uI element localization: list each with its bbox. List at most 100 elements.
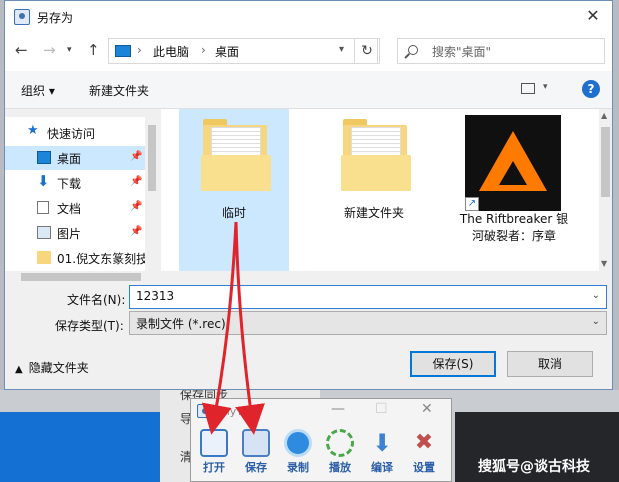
shortcut-arrow-icon: ↗ xyxy=(465,197,479,211)
tool-label: 设置 xyxy=(413,461,435,474)
file-name: The Riftbreaker 银河破裂者：序章 xyxy=(459,212,569,243)
up-arrow-icon[interactable]: ↑ xyxy=(87,41,100,59)
scroll-up-icon[interactable]: ▲ xyxy=(601,111,607,120)
save-tool-button[interactable]: 保存 xyxy=(239,429,273,475)
computer-icon xyxy=(115,45,131,57)
open-icon xyxy=(200,429,228,457)
filetype-label: 保存类型(T): xyxy=(55,319,124,333)
record-icon xyxy=(284,429,312,457)
forward-arrow-icon[interactable]: → xyxy=(43,41,56,59)
sidebar-scrollbar[interactable] xyxy=(145,117,159,271)
organize-button[interactable]: 组织 ▾ xyxy=(21,82,55,99)
refresh-icon[interactable]: ↻ xyxy=(354,38,380,64)
sidebar-item-label: 图片 xyxy=(57,227,82,241)
folder-icon xyxy=(201,155,271,191)
hide-folders-label: 隐藏文件夹 xyxy=(28,361,89,375)
recent-chevron-down-icon[interactable]: ▾ xyxy=(67,45,72,55)
download-icon: ⬇ xyxy=(37,172,50,190)
desktop-icon xyxy=(37,151,51,164)
compile-icon: ⬇ xyxy=(371,429,393,457)
open-tool-button[interactable]: 打开 xyxy=(197,429,231,475)
sidebar-item-label: 01.倪文东篆刻技 xyxy=(57,252,149,266)
breadcrumb-separator: › xyxy=(137,43,142,57)
sidebar-item-pictures[interactable]: 图片 📌 xyxy=(5,221,145,245)
mini-app-title: myTe xyxy=(219,405,248,418)
address-chevron-down-icon[interactable]: ▾ xyxy=(339,44,344,55)
address-bar[interactable]: › 此电脑 › 桌面 ▾ xyxy=(108,38,378,64)
pin-icon: 📌 xyxy=(130,201,143,212)
document-icon xyxy=(37,201,49,214)
sidebar-item-quick-access[interactable]: ★ 快速访问 xyxy=(5,121,145,145)
breadcrumb-root[interactable]: 此电脑 xyxy=(153,43,189,60)
file-list-scrollbar[interactable]: ▲ ▼ xyxy=(599,109,612,271)
file-item-game-shortcut[interactable]: ↗ The Riftbreaker 银河破裂者：序章 xyxy=(459,109,569,271)
sidebar-item-documents[interactable]: 文档 📌 xyxy=(5,196,145,220)
sidebar-item-downloads[interactable]: ⬇ 下载 📌 xyxy=(5,171,145,195)
desktop-wallpaper xyxy=(0,412,160,482)
help-icon[interactable]: ? xyxy=(582,80,600,98)
pin-icon: 📌 xyxy=(130,226,143,237)
search-input[interactable]: 搜索"桌面" xyxy=(397,38,605,64)
play-icon xyxy=(326,429,354,457)
app-icon xyxy=(197,404,211,418)
breadcrumb-current[interactable]: 桌面 xyxy=(215,43,239,60)
view-chevron-down-icon[interactable]: ▾ xyxy=(543,82,548,92)
settings-tool-button[interactable]: ✖ 设置 xyxy=(407,429,441,475)
hide-folders-toggle[interactable]: ▲ 隐藏文件夹 xyxy=(15,359,89,376)
file-list: 临时 新建文件夹 ↗ The Riftbreaker 银河破裂者：序章 xyxy=(161,109,599,271)
sidebar-item-label: 快速访问 xyxy=(47,127,96,141)
pin-icon: 📌 xyxy=(130,151,143,162)
tool-label: 打开 xyxy=(203,461,225,474)
filename-chevron-down-icon[interactable]: ⌄ xyxy=(592,290,600,301)
file-item-new-folder[interactable]: 新建文件夹 xyxy=(319,109,429,271)
picture-icon xyxy=(37,226,51,239)
watermark-text: 搜狐号@谈古科技 xyxy=(478,459,590,475)
scrollbar-thumb[interactable] xyxy=(21,273,141,281)
sidebar-item-label: 桌面 xyxy=(57,152,82,166)
save-button[interactable]: 保存(S) xyxy=(410,351,496,377)
filename-value: 12313 xyxy=(136,289,175,303)
title-bar: 另存为 ✕ xyxy=(5,1,612,33)
maximize-icon[interactable]: ☐ xyxy=(375,401,388,417)
navigation-bar: ← → ▾ ↑ › 此电脑 › 桌面 ▾ ↻ 搜索"桌面" xyxy=(5,33,612,71)
compile-tool-button[interactable]: ⬇ 编译 xyxy=(365,429,399,475)
pin-icon: 📌 xyxy=(130,176,143,187)
file-name: 新建文件夹 xyxy=(343,206,404,220)
close-icon[interactable]: ✕ xyxy=(421,401,433,417)
play-tool-button[interactable]: 播放 xyxy=(323,429,357,475)
filetype-value: 录制文件 (*.rec) xyxy=(136,317,226,331)
cancel-button[interactable]: 取消 xyxy=(507,351,593,377)
scrollbar-thumb[interactable] xyxy=(148,125,156,191)
game-logo-icon xyxy=(465,115,561,211)
mini-app-window: myTe — ☐ ✕ 打开 保存 录制 播放 ⬇ 编译 ✖ 设置 xyxy=(190,398,452,482)
sidebar-item-label: 文档 xyxy=(57,202,82,216)
file-item-folder-temp[interactable]: 临时 xyxy=(179,109,289,271)
sidebar-hscrollbar[interactable] xyxy=(5,271,161,283)
sidebar-item-folder[interactable]: 01.倪文东篆刻技 xyxy=(5,246,149,270)
record-tool-button[interactable]: 录制 xyxy=(281,429,315,475)
view-options-icon[interactable] xyxy=(521,83,535,94)
dialog-title: 另存为 xyxy=(37,11,74,25)
scroll-down-icon[interactable]: ▼ xyxy=(601,259,607,268)
folder-icon xyxy=(341,155,411,191)
close-icon[interactable]: ✕ xyxy=(582,5,604,27)
search-icon xyxy=(408,45,418,55)
breadcrumb-separator: › xyxy=(201,43,206,57)
save-as-dialog: 另存为 ✕ ← → ▾ ↑ › 此电脑 › 桌面 ▾ ↻ 搜索"桌面" 组织 ▾… xyxy=(4,0,613,390)
file-name: 临时 xyxy=(221,206,246,220)
chevron-up-icon: ▲ xyxy=(15,364,23,375)
filename-input[interactable]: 12313 ⌄ xyxy=(129,285,607,309)
tool-label: 播放 xyxy=(329,461,351,474)
game-logo-inner xyxy=(499,161,527,185)
new-folder-button[interactable]: 新建文件夹 xyxy=(89,82,149,99)
star-icon: ★ xyxy=(27,123,39,138)
filetype-select[interactable]: 录制文件 (*.rec) ⌄ xyxy=(129,311,607,335)
back-arrow-icon[interactable]: ← xyxy=(15,41,28,59)
save-icon xyxy=(242,429,270,457)
filetype-chevron-down-icon[interactable]: ⌄ xyxy=(592,316,600,327)
app-icon xyxy=(14,9,30,25)
scrollbar-thumb[interactable] xyxy=(601,127,610,197)
settings-icon: ✖ xyxy=(414,430,434,455)
minimize-icon[interactable]: — xyxy=(331,401,345,417)
sidebar-item-desktop[interactable]: 桌面 📌 xyxy=(5,146,145,170)
